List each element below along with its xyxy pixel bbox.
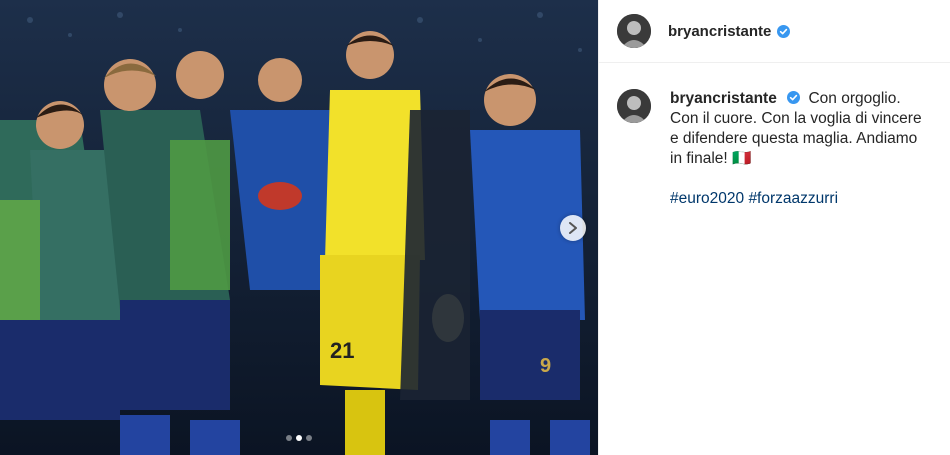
post-photo[interactable]: 21 9 — [0, 0, 598, 455]
hashtag-list: #euro2020 #forzaazzurri — [670, 189, 932, 209]
svg-text:21: 21 — [330, 338, 354, 363]
carousel-dot — [286, 435, 292, 441]
instagram-post: 21 9 bryancristante bryancristante Con o… — [0, 0, 950, 455]
caption-avatar[interactable] — [617, 89, 651, 123]
caption-username[interactable]: bryancristante — [670, 90, 777, 107]
svg-text:9: 9 — [540, 355, 551, 377]
caption: bryancristante Con orgoglio. Con il cuor… — [599, 63, 950, 209]
chevron-right-icon — [569, 222, 577, 234]
hashtag-link[interactable]: #euro2020 — [670, 190, 744, 207]
verified-badge-icon — [787, 91, 801, 104]
profile-picture — [617, 89, 651, 123]
caption-body: bryancristante Con orgoglio. Con il cuor… — [670, 89, 932, 209]
celebration-photo: 21 9 — [0, 0, 598, 455]
next-slide-button[interactable] — [560, 215, 586, 241]
post-header: bryancristante — [599, 0, 950, 63]
profile-picture — [617, 14, 651, 48]
verified-badge-icon — [777, 24, 791, 38]
carousel-indicator — [0, 435, 598, 441]
carousel-dot-active — [296, 435, 302, 441]
hashtag-link[interactable]: #forzaazzurri — [748, 190, 838, 207]
avatar[interactable] — [617, 14, 651, 48]
post-sidebar: bryancristante bryancristante Con orgogl… — [598, 0, 950, 455]
header-username[interactable]: bryancristante — [668, 23, 771, 40]
carousel-dot — [306, 435, 312, 441]
